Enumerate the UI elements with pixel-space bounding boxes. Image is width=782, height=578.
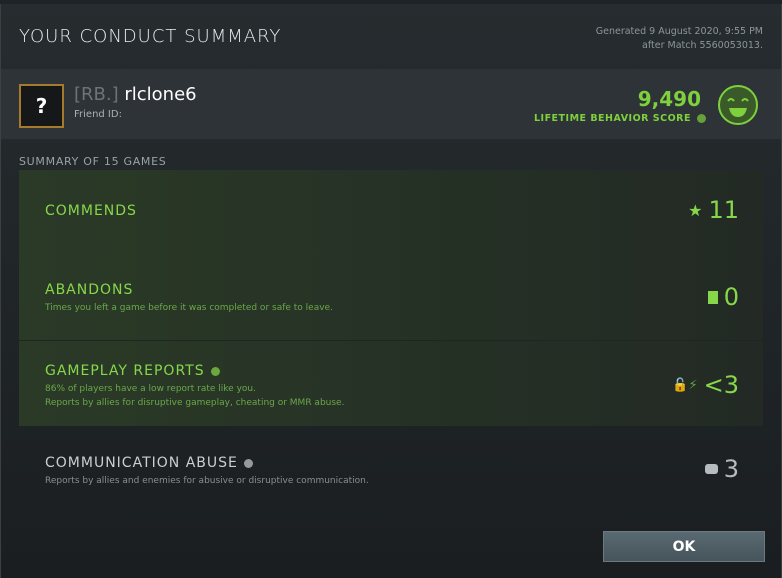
profile-band: ? [RB.] rlclone6 Friend ID: 9,490 LIFETI… bbox=[1, 69, 781, 139]
chat-bubble-icon bbox=[704, 464, 718, 474]
generated-info: Generated 9 August 2020, 9:55 PM after M… bbox=[596, 25, 763, 53]
username: rlclone6 bbox=[124, 84, 197, 105]
info-icon[interactable] bbox=[697, 114, 706, 123]
row-title: ABANDONS bbox=[45, 282, 134, 298]
abandons-row: ABANDONS Times you left a game before it… bbox=[19, 255, 763, 340]
info-icon[interactable] bbox=[210, 366, 220, 376]
row-title: COMMENDS bbox=[45, 203, 137, 219]
commends-row: COMMENDS ★ 11 bbox=[19, 170, 763, 255]
row-title: COMMUNICATION ABUSE bbox=[45, 455, 253, 471]
summary-label: SUMMARY OF 15 GAMES bbox=[19, 155, 167, 168]
after-match: after Match 5560053013. bbox=[642, 40, 763, 51]
comm-abuse-value: 3 bbox=[723, 455, 739, 483]
player-name: [RB.] rlclone6 bbox=[74, 84, 197, 105]
row-desc: Reports by allies and enemies for abusiv… bbox=[45, 476, 369, 486]
conduct-summary-dialog: YOUR CONDUCT SUMMARY Generated 9 August … bbox=[0, 4, 782, 578]
friend-id: Friend ID: bbox=[74, 109, 122, 120]
behavior-score-label: LIFETIME BEHAVIOR SCORE bbox=[534, 113, 706, 124]
exit-door-icon bbox=[707, 290, 718, 304]
commends-value: 11 bbox=[708, 196, 739, 224]
guild-tag: [RB.] bbox=[74, 84, 119, 105]
smiley-face-icon bbox=[718, 85, 758, 125]
ok-button[interactable]: OK bbox=[603, 531, 765, 562]
report-rate-text: 86% of players have a low report rate li… bbox=[45, 384, 256, 394]
row-title-text: COMMUNICATION ABUSE bbox=[45, 455, 238, 471]
row-value: 0 bbox=[707, 283, 739, 311]
star-plus-icon: ★ bbox=[688, 200, 703, 220]
lock-lightning-icon: 🔓⚡ bbox=[672, 377, 698, 393]
reports-value: <3 bbox=[703, 371, 739, 399]
info-icon[interactable] bbox=[243, 458, 253, 468]
row-title: GAMEPLAY REPORTS bbox=[45, 363, 220, 379]
row-value: ★ 11 bbox=[688, 196, 739, 224]
avatar[interactable]: ? bbox=[19, 84, 64, 128]
row-title-text: GAMEPLAY REPORTS bbox=[45, 363, 205, 379]
abandons-value: 0 bbox=[723, 283, 739, 311]
dialog-title: YOUR CONDUCT SUMMARY bbox=[19, 26, 282, 47]
report-desc-text: Reports by allies for disruptive gamepla… bbox=[45, 398, 345, 408]
row-value: 3 bbox=[704, 455, 739, 483]
communication-abuse-row: COMMUNICATION ABUSE Reports by allies an… bbox=[19, 427, 763, 512]
row-desc: Times you left a game before it was comp… bbox=[45, 303, 333, 313]
score-label-text: LIFETIME BEHAVIOR SCORE bbox=[533, 113, 691, 124]
generated-date: Generated 9 August 2020, 9:55 PM bbox=[595, 26, 763, 37]
row-value: 🔓⚡ <3 bbox=[672, 371, 739, 399]
behavior-score: 9,490 bbox=[637, 87, 701, 111]
gameplay-reports-row: GAMEPLAY REPORTS 86% of players have a l… bbox=[19, 341, 763, 426]
row-desc: 86% of players have a low report rate li… bbox=[45, 382, 344, 410]
